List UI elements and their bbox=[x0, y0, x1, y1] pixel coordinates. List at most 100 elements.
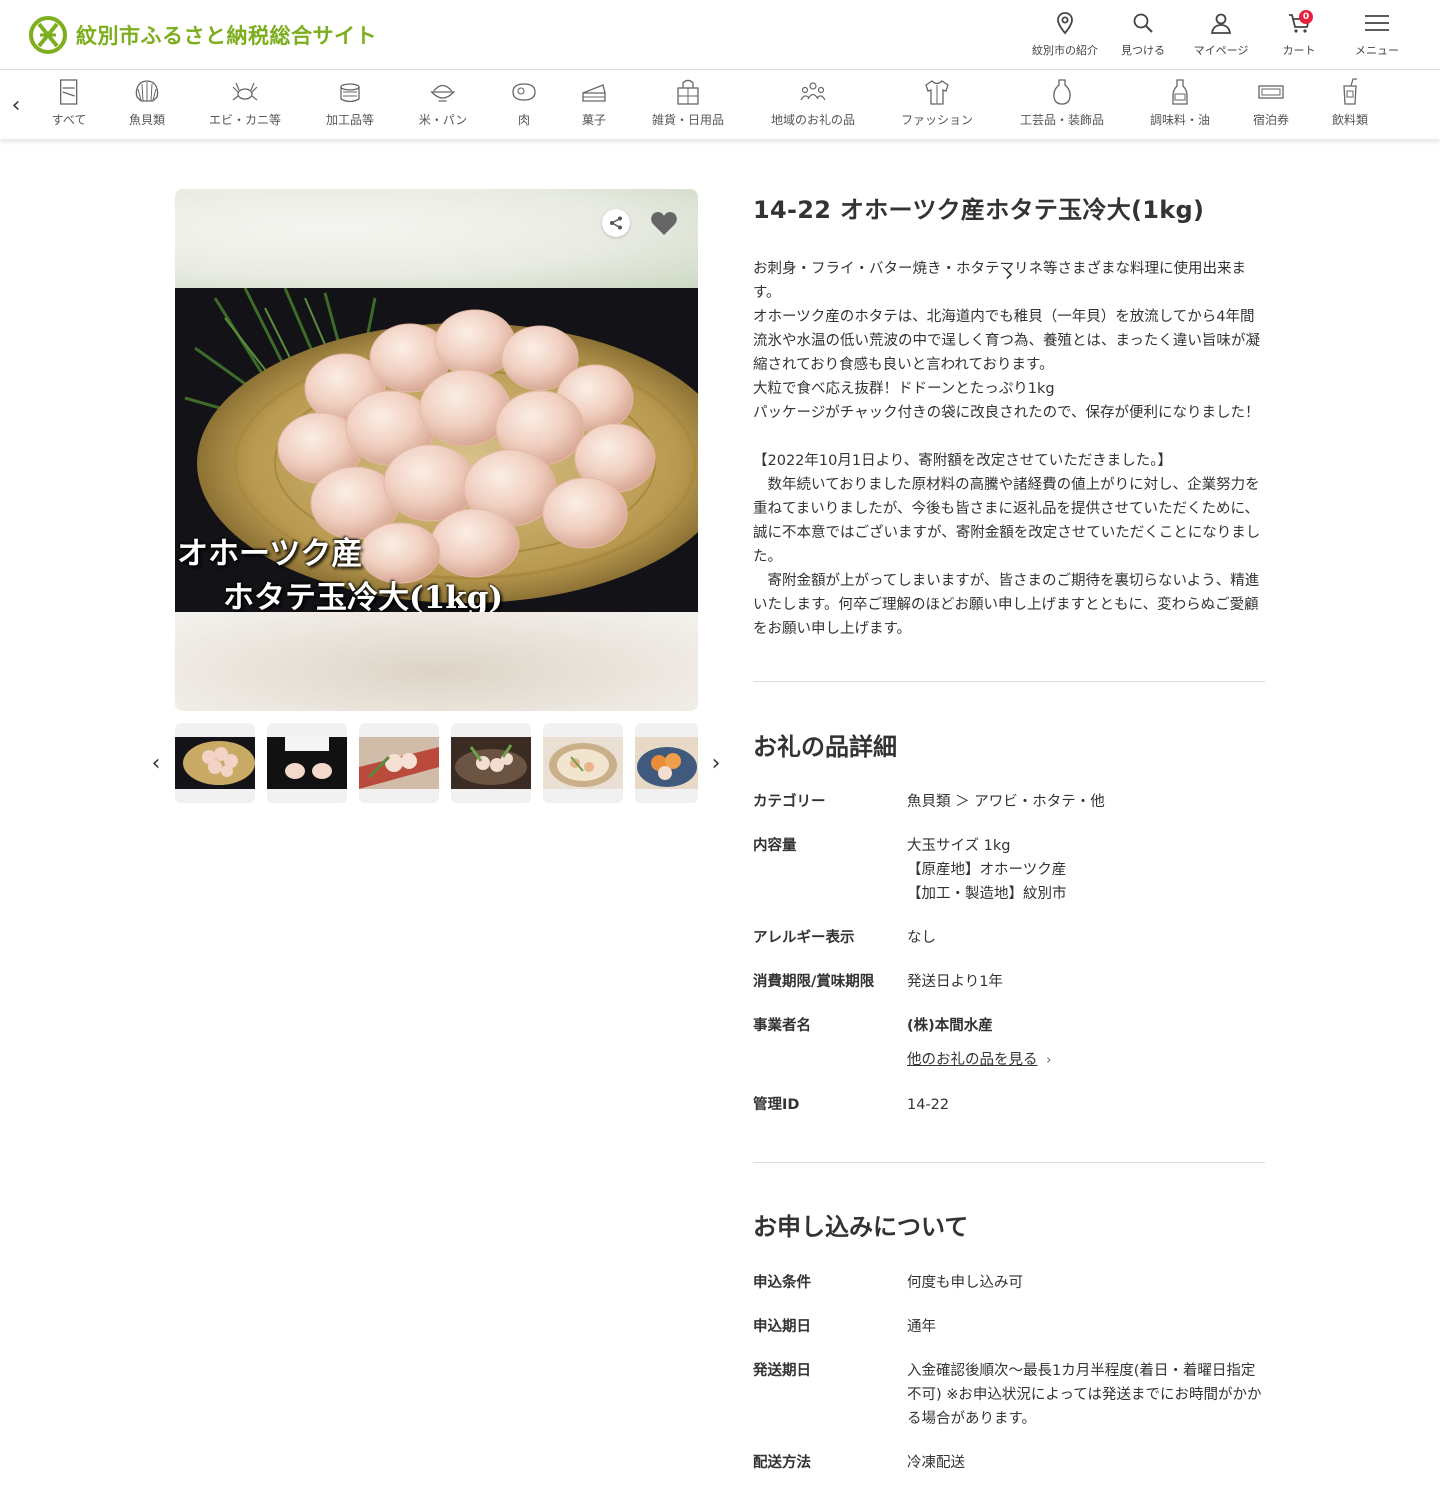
favorite-button[interactable] bbox=[647, 207, 681, 241]
product-title: 14-22 オホーツク産ホタテ玉冷大(1kg) bbox=[753, 196, 1205, 224]
hamburger-menu-icon bbox=[1365, 15, 1389, 31]
category-label: 宿泊券 bbox=[1252, 113, 1290, 127]
header-nav: 紋別市の紹介 見つける マイページ 0 カート メニュー bbox=[1026, 10, 1416, 58]
category-label: 肉 bbox=[517, 113, 530, 127]
thumbnail-4[interactable] bbox=[451, 723, 531, 803]
main-product-image[interactable]: オホーツク産 ホタテ玉冷大(1kg) bbox=[175, 189, 698, 711]
nav-search[interactable]: 見つける bbox=[1104, 10, 1182, 58]
thumbnail-5[interactable] bbox=[543, 723, 623, 803]
nav-cart[interactable]: 0 カート bbox=[1260, 10, 1338, 58]
thumbnail-image bbox=[267, 737, 347, 789]
details-list: カテゴリー 魚貝類 ＞ アワビ・ホタテ・他 内容量 大玉サイズ 1kg 【原産地… bbox=[753, 790, 1265, 1117]
spec-row-allergy: アレルギー表示 なし bbox=[753, 926, 1265, 950]
thumbnail-image bbox=[175, 737, 255, 789]
bag-icon bbox=[677, 79, 699, 105]
product-info-column: 14-22 オホーツク産ホタテ玉冷大(1kg) お刺身・フライ・バター焼き・ホタ… bbox=[753, 189, 1265, 1475]
category-seafood[interactable]: 魚貝類 bbox=[129, 77, 165, 128]
spec-label: 内容量 bbox=[753, 838, 797, 854]
thumbnail-6[interactable] bbox=[635, 723, 698, 803]
spec-value: 魚貝類 ＞ アワビ・ホタテ・他 bbox=[907, 794, 1105, 810]
cake-icon bbox=[582, 84, 606, 102]
rice-bowl-icon bbox=[430, 84, 456, 102]
thumbnail-1[interactable] bbox=[175, 723, 255, 803]
product-description: お刺身・フライ・バター焼き・ホタテマリネ等さまざまな料理に使用出来ます。 オホー… bbox=[753, 261, 1261, 637]
thumbnail-2[interactable] bbox=[267, 723, 347, 803]
nav-menu[interactable]: メニュー bbox=[1338, 10, 1416, 58]
nav-label: 紋別市の紹介 bbox=[1032, 44, 1098, 57]
nav-mypage[interactable]: マイページ bbox=[1182, 10, 1260, 58]
spec-row-id: 管理ID 14-22 bbox=[753, 1093, 1265, 1117]
category-local[interactable]: 地域のお礼の品 bbox=[771, 77, 855, 128]
vase-icon bbox=[1053, 79, 1071, 105]
category-label: 調味料・油 bbox=[1149, 113, 1211, 127]
application-heading: お申し込みについて bbox=[753, 1213, 969, 1241]
people-icon bbox=[800, 82, 826, 101]
category-drinks[interactable]: 飲料類 bbox=[1332, 77, 1368, 128]
image-blur-backdrop-bottom bbox=[175, 612, 698, 711]
category-label: すべて bbox=[51, 113, 87, 127]
spec-label: 消費期限/賞味期限 bbox=[753, 974, 875, 990]
thumbnail-image bbox=[543, 737, 623, 789]
spec-value: 14-22 bbox=[907, 1097, 950, 1113]
category-bar: ‹ すべて 魚貝類 エビ・カニ等 加工品等 米・パン 肉 菓子 雑貨・日用品 地… bbox=[0, 71, 1440, 287]
spec-value: 大玉サイズ 1kg 【原産地】オホーツク産 【加工・製造地】紋別市 bbox=[907, 838, 1067, 902]
category-processed[interactable]: 加工品等 bbox=[326, 77, 374, 128]
category-goods[interactable]: 雑貨・日用品 bbox=[652, 77, 724, 128]
nav-city-intro[interactable]: 紋別市の紹介 bbox=[1026, 10, 1104, 58]
nav-label: カート bbox=[1282, 44, 1316, 57]
details-heading: お礼の品詳細 bbox=[753, 733, 897, 761]
category-seasoning[interactable]: 調味料・油 bbox=[1150, 77, 1210, 128]
image-caption-line1: オホーツク産 bbox=[177, 536, 363, 572]
site-header: 紋別市ふるさと納税総合サイト 紋別市の紹介 見つける マイページ 0 カート メ… bbox=[0, 0, 1440, 70]
location-pin-icon bbox=[1057, 12, 1073, 35]
spec-label: アレルギー表示 bbox=[753, 930, 855, 946]
ticket-icon bbox=[1258, 85, 1284, 99]
spec-row-period: 申込期日 通年 bbox=[753, 1315, 1265, 1339]
nav-label: マイページ bbox=[1193, 44, 1249, 57]
category-shrimp-crab[interactable]: エビ・カニ等 bbox=[209, 77, 281, 128]
application-list: 申込条件 何度も申し込み可 申込期日 通年 発送期日 入金確認後順次～最長1カ月… bbox=[753, 1271, 1265, 1475]
spec-label: 申込条件 bbox=[753, 1275, 811, 1291]
category-sweets[interactable]: 菓子 bbox=[579, 77, 609, 128]
site-title: 紋別市ふるさと納税総合サイト bbox=[76, 24, 377, 48]
drink-icon bbox=[1343, 78, 1357, 105]
spec-label: 発送期日 bbox=[753, 1363, 811, 1379]
thumbnail-prev-button[interactable]: ‹ bbox=[145, 749, 167, 777]
shell-icon bbox=[135, 80, 159, 102]
can-icon bbox=[340, 83, 360, 103]
thumbnail-3[interactable] bbox=[359, 723, 439, 803]
spec-label: 配送方法 bbox=[753, 1455, 811, 1471]
thumbnail-image bbox=[359, 737, 439, 789]
category-scroll-left[interactable]: ‹ bbox=[4, 91, 28, 119]
share-button[interactable] bbox=[602, 209, 630, 237]
spec-value: 発送日より1年 bbox=[907, 974, 1003, 990]
category-meat[interactable]: 肉 bbox=[509, 77, 539, 128]
spec-label: 申込期日 bbox=[753, 1319, 811, 1335]
scallop-photo: オホーツク産 ホタテ玉冷大(1kg) bbox=[175, 288, 698, 612]
spec-label: 事業者名 bbox=[753, 1018, 811, 1034]
user-icon bbox=[1210, 13, 1232, 34]
other-items-link[interactable]: 他のお礼の品を見る bbox=[907, 1052, 1038, 1068]
thumbnail-carousel: ‹ › bbox=[145, 723, 735, 803]
category-crafts[interactable]: 工芸品・装飾品 bbox=[1020, 77, 1104, 128]
spec-row-business: 事業者名 (株)本間水産 他のお礼の品を見る › bbox=[753, 1014, 1265, 1073]
category-all[interactable]: すべて bbox=[51, 77, 87, 128]
category-fashion[interactable]: ファッション bbox=[901, 77, 973, 128]
category-lodging[interactable]: 宿泊券 bbox=[1253, 77, 1289, 128]
image-caption-line2: ホタテ玉冷大(1kg) bbox=[223, 580, 504, 612]
section-divider bbox=[753, 1162, 1265, 1163]
cart-count-badge: 0 bbox=[1299, 10, 1313, 24]
spec-row-category: カテゴリー 魚貝類 ＞ アワビ・ホタテ・他 bbox=[753, 790, 1265, 814]
spec-value: 何度も申し込み可 bbox=[907, 1275, 1023, 1291]
site-logo-link[interactable]: 紋別市ふるさと納税総合サイト bbox=[28, 15, 377, 55]
search-icon bbox=[1133, 13, 1153, 33]
category-rice-bread[interactable]: 米・パン bbox=[419, 77, 467, 128]
thumbnail-next-button[interactable]: › bbox=[705, 749, 727, 777]
spec-label: カテゴリー bbox=[753, 794, 826, 810]
business-name: (株)本間水産 bbox=[907, 1018, 993, 1034]
section-divider bbox=[753, 681, 1265, 682]
spec-row-content: 内容量 大玉サイズ 1kg 【原産地】オホーツク産 【加工・製造地】紋別市 bbox=[753, 834, 1265, 906]
spec-value: 通年 bbox=[907, 1319, 936, 1335]
nav-label: メニュー bbox=[1355, 44, 1399, 57]
category-label: ファッション bbox=[900, 113, 974, 127]
